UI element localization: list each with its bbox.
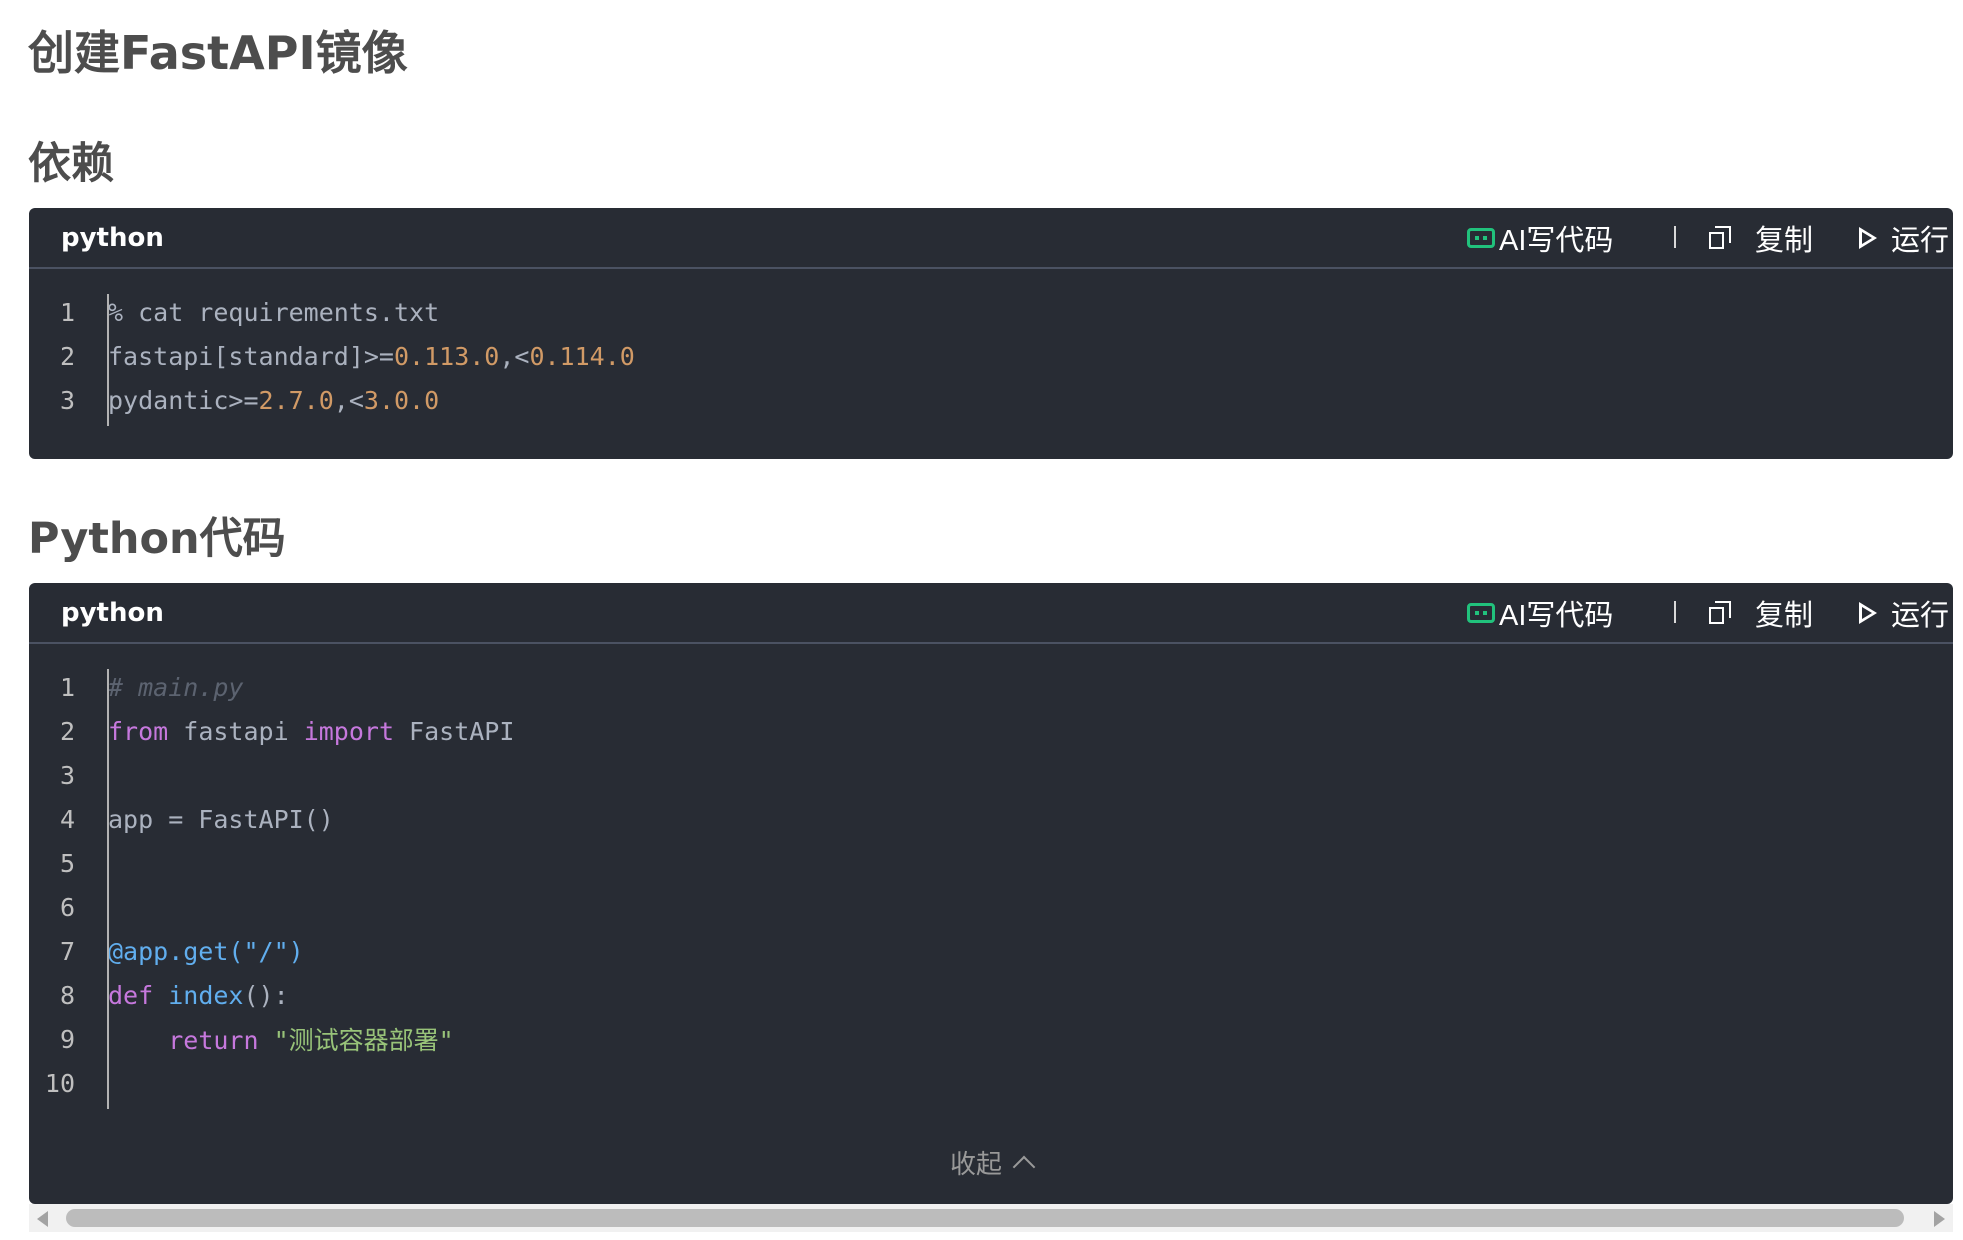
ai-write-code-label: AI写代码 — [1499, 600, 1614, 632]
code-line: 2 from fastapi import FastAPI — [29, 709, 1953, 753]
code-line-text: @app.get("/") — [108, 936, 304, 966]
copy-icon — [1709, 226, 1731, 250]
code-line: 7 @app.get("/") — [29, 929, 1953, 973]
code-line-text: return "测试容器部署" — [168, 1026, 454, 1055]
run-label: 运行 — [1891, 600, 1950, 632]
scroll-right-icon[interactable] — [1934, 1211, 1945, 1227]
code-line-text: app = FastAPI() — [108, 804, 334, 834]
horizontal-scrollbar[interactable] — [29, 1204, 1953, 1232]
run-icon — [1859, 602, 1877, 624]
line-number: 6 — [59, 892, 75, 922]
line-number: 5 — [59, 848, 75, 878]
code-body: 1 # main.py 2 from fastapi import FastAP… — [29, 644, 1953, 1109]
code-line: 8 def index(): — [29, 973, 1953, 1017]
run-button[interactable]: 运行 — [1859, 593, 1949, 633]
run-label: 运行 — [1891, 225, 1950, 257]
copy-button[interactable]: 复制 — [1709, 593, 1813, 633]
code-line: 4 app = FastAPI() — [29, 797, 1953, 841]
line-number: 2 — [59, 716, 75, 746]
code-line-text: % cat requirements.txt — [108, 297, 440, 327]
code-line: 9 return "测试容器部署" — [29, 1017, 1953, 1061]
code-line: 3 pydantic>=2.7.0,<3.0.0 — [29, 378, 1953, 422]
line-number: 7 — [59, 936, 75, 966]
ai-write-code-button[interactable]: AI写代码 — [1467, 218, 1613, 258]
line-number: 3 — [59, 385, 75, 415]
language-label: python — [61, 598, 164, 628]
collapse-button[interactable]: 收起 — [29, 1138, 1953, 1186]
code-line: 1 % cat requirements.txt — [29, 290, 1953, 334]
page-title: 创建FastAPI镜像 — [28, 26, 408, 80]
section-title-dependencies: 依赖 — [28, 139, 114, 189]
gutter-border — [107, 294, 109, 426]
code-block-python: python AI写代码 复制 运行 1 # main.py 2 from fa… — [29, 583, 1953, 1204]
code-block-header: python AI写代码 复制 运行 — [29, 583, 1953, 644]
code-block-header: python AI写代码 复制 运行 — [29, 208, 1953, 269]
ai-write-code-button[interactable]: AI写代码 — [1467, 593, 1613, 633]
scroll-thumb[interactable] — [66, 1209, 1904, 1227]
chevron-up-icon — [1012, 1155, 1036, 1179]
line-number: 1 — [59, 297, 75, 327]
collapse-label: 收起 — [949, 1149, 1002, 1180]
code-line: 6 — [29, 885, 1953, 929]
code-line-text: fastapi[standard]>=0.113.0,<0.114.0 — [108, 341, 635, 371]
line-number: 1 — [59, 672, 75, 702]
line-number: 8 — [59, 980, 75, 1010]
code-line-text: def index(): — [108, 980, 289, 1010]
ai-write-code-label: AI写代码 — [1499, 225, 1614, 257]
copy-icon — [1709, 601, 1731, 625]
page: 创建FastAPI镜像 依赖 python AI写代码 复制 运行 1 % ca… — [0, 0, 1963, 1240]
code-body: 1 % cat requirements.txt 2 fastapi[stand… — [29, 269, 1953, 426]
code-block-dependencies: python AI写代码 复制 运行 1 % cat requirements.… — [29, 208, 1953, 459]
ai-icon — [1467, 228, 1495, 248]
copy-label: 复制 — [1755, 225, 1814, 257]
code-line-text: pydantic>=2.7.0,<3.0.0 — [108, 385, 440, 415]
toolbar-divider — [1674, 601, 1676, 623]
line-number: 10 — [44, 1068, 75, 1098]
scroll-left-icon[interactable] — [37, 1211, 48, 1227]
copy-button[interactable]: 复制 — [1709, 218, 1813, 258]
code-line: 1 # main.py — [29, 665, 1953, 709]
line-number: 3 — [59, 760, 75, 790]
run-button[interactable]: 运行 — [1859, 218, 1949, 258]
copy-label: 复制 — [1755, 600, 1814, 632]
code-line: 5 — [29, 841, 1953, 885]
code-line-text: from fastapi import FastAPI — [108, 716, 515, 746]
line-number: 9 — [59, 1024, 75, 1054]
code-line: 10 — [29, 1061, 1953, 1105]
toolbar-divider — [1674, 226, 1676, 248]
code-line: 3 — [29, 753, 1953, 797]
code-line: 2 fastapi[standard]>=0.113.0,<0.114.0 — [29, 334, 1953, 378]
line-number: 2 — [59, 341, 75, 371]
code-line-text: # main.py — [108, 672, 244, 702]
section-title-python-code: Python代码 — [28, 514, 286, 564]
ai-icon — [1467, 603, 1495, 623]
gutter-border — [107, 669, 109, 1109]
run-icon — [1859, 227, 1877, 249]
language-label: python — [61, 223, 164, 253]
line-number: 4 — [59, 804, 75, 834]
